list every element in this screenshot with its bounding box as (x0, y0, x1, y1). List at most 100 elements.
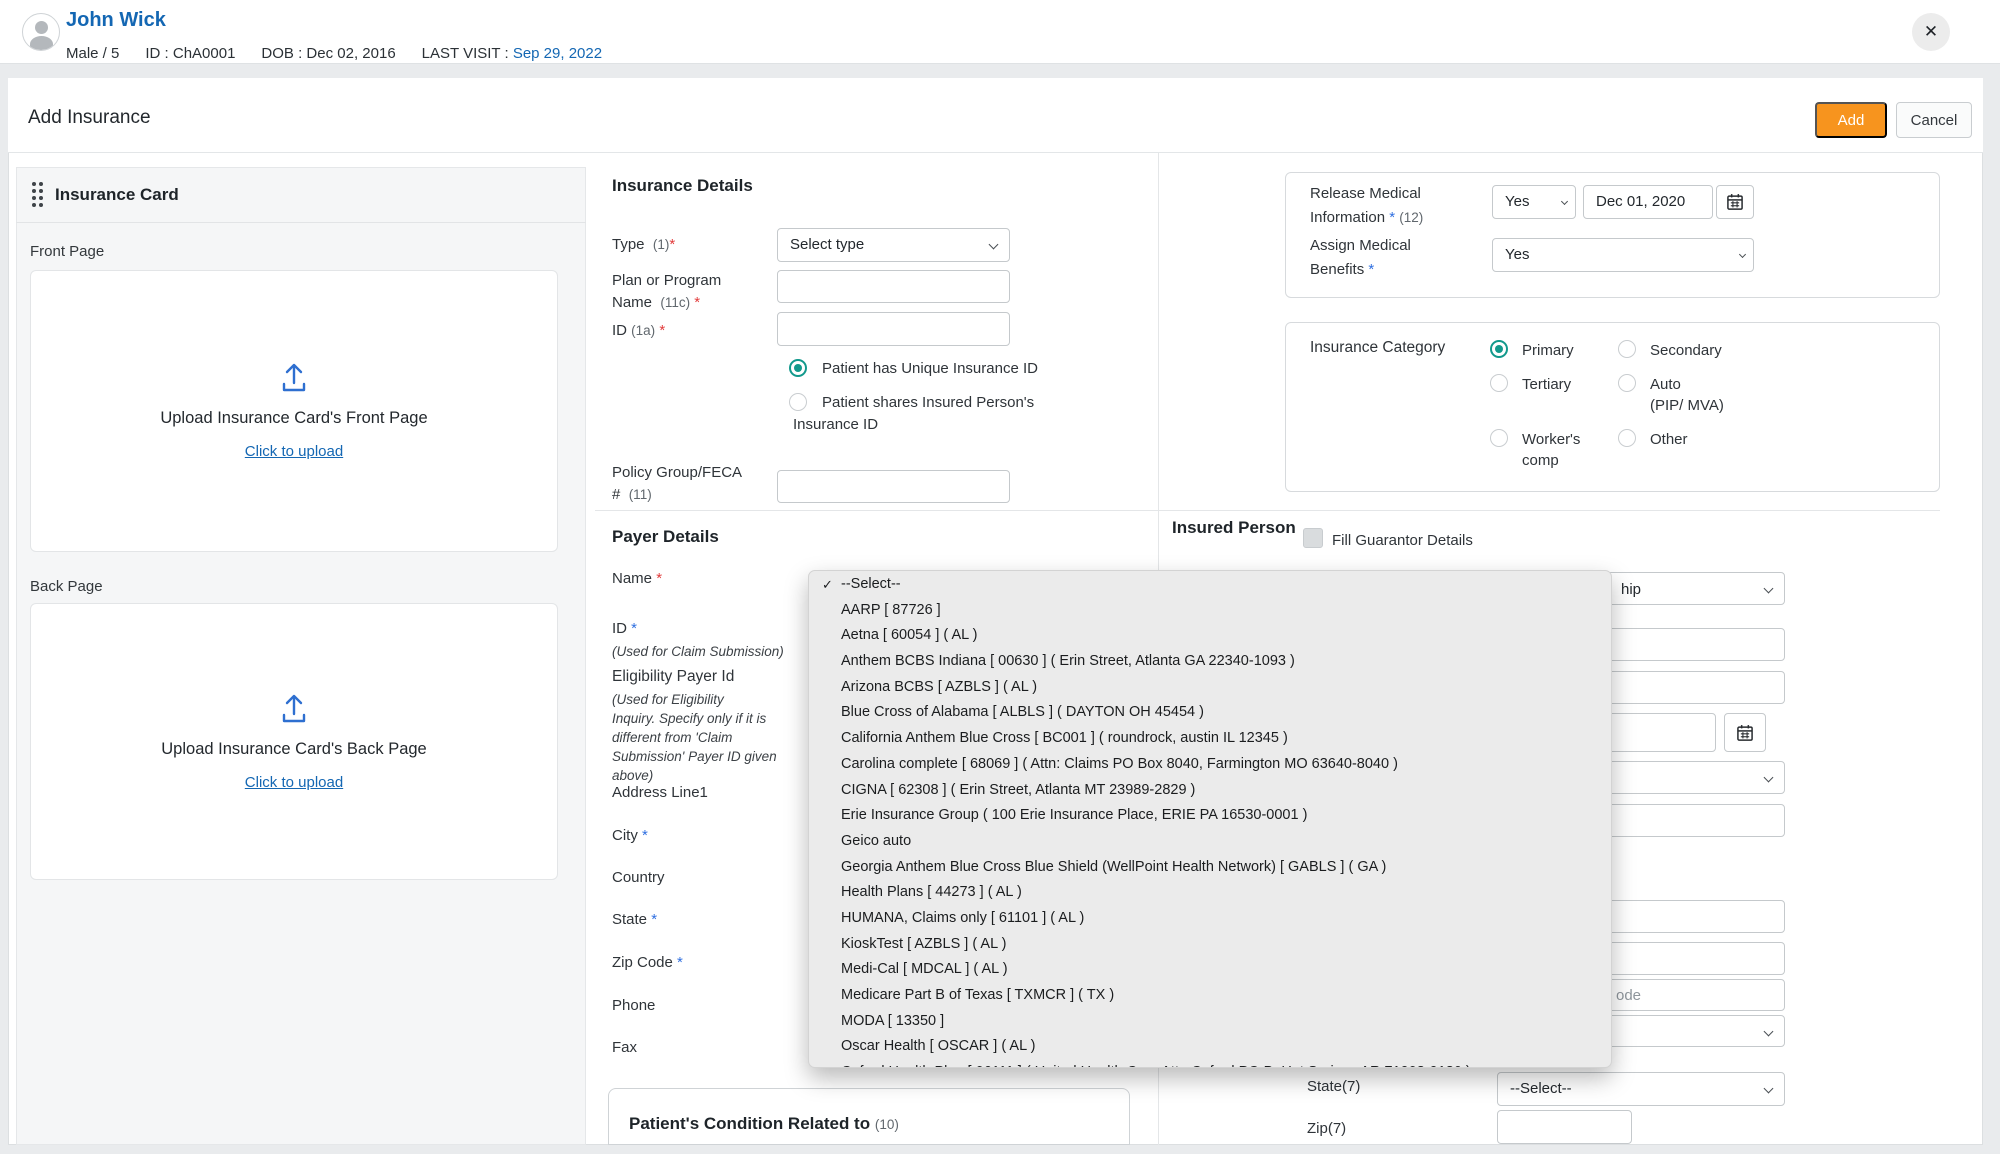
fill-guarantor-label: Fill Guarantor Details (1332, 530, 1473, 552)
add-insurance-screen: John Wick Male / 5 ID : ChA0001 DOB : De… (0, 0, 2000, 1154)
insured-state7-label: State(7) (1307, 1076, 1360, 1098)
payer-dropdown-item[interactable]: Oscar Health [ OSCAR ] ( AL ) (809, 1034, 1611, 1060)
payer-dropdown-item[interactable]: Blue Cross of Alabama [ ALBLS ] ( DAYTON… (809, 700, 1611, 726)
type-label: Type (1)* (612, 234, 675, 256)
assign-benefits-label: Assign Medical Benefits * (1310, 234, 1411, 282)
radio-icon[interactable] (1490, 429, 1508, 447)
upload-icon (276, 693, 312, 725)
close-icon: ✕ (1924, 22, 1938, 42)
insurance-category-option[interactable]: Other (1618, 429, 1935, 471)
patient-name-link[interactable]: John Wick (66, 9, 166, 32)
drag-handle-icon[interactable] (32, 182, 43, 207)
payer-dropdown-item[interactable]: HUMANA, Claims only [ 61101 ] ( AL ) (809, 906, 1611, 932)
insurance-category-option[interactable]: Auto (PIP/ MVA) (1618, 374, 1935, 416)
insurance-category-option[interactable]: Secondary (1618, 340, 1935, 361)
payer-country-label: Country (612, 867, 665, 889)
patient-last-visit: LAST VISIT : Sep 29, 2022 (422, 45, 602, 62)
chevron-down-icon (1764, 1084, 1774, 1094)
payer-dropdown-item[interactable]: Medicare Part B of Texas [ TXMCR ] ( TX … (809, 983, 1611, 1009)
payer-dropdown-item[interactable]: Anthem BCBS Indiana [ 00630 ] ( Erin Str… (809, 649, 1611, 675)
insured-zip7-label: Zip(7) (1307, 1118, 1346, 1140)
back-click-to-upload-link[interactable]: Click to upload (245, 774, 343, 791)
back-page-upload-dropzone[interactable]: Upload Insurance Card's Back Page Click … (30, 603, 558, 880)
radio-icon[interactable] (1490, 374, 1508, 392)
patient-condition-panel: Patient's Condition Related to (10) (608, 1088, 1130, 1145)
insurance-category-label: Insurance Category (1310, 337, 1445, 359)
release-date-input[interactable]: Dec 01, 2020 (1583, 185, 1713, 219)
assign-benefits-select[interactable]: Yes (1492, 238, 1754, 272)
calendar-icon (1725, 192, 1745, 212)
payer-dropdown-item[interactable]: Geico auto (809, 829, 1611, 855)
payer-dropdown-item[interactable]: California Anthem Blue Cross [ BC001 ] (… (809, 726, 1611, 752)
insurance-category-option[interactable]: Primary (1490, 340, 1618, 361)
section-divider (595, 510, 1940, 511)
back-page-label: Back Page (30, 578, 103, 595)
person-icon (35, 21, 48, 34)
upload-icon (276, 362, 312, 394)
page-title: Add Insurance (28, 107, 151, 129)
unique-insurance-id-radio[interactable] (789, 359, 807, 377)
front-page-label: Front Page (30, 243, 104, 260)
insured-zip7-input[interactable] (1497, 1110, 1632, 1144)
payer-name-label: Name * (612, 568, 662, 590)
payer-name-dropdown: ✓ --Select-- AARP [ 87726 ]Aetna [ 60054… (808, 570, 1612, 1068)
payer-dropdown-item[interactable]: Oxford Health Plan [ 06111 ] ( United He… (809, 1060, 1611, 1068)
payer-dropdown-item[interactable]: CIGNA [ 62308 ] ( Erin Street, Atlanta M… (809, 778, 1611, 804)
insurance-card-title: Insurance Card (55, 185, 179, 205)
payer-phone-label: Phone (612, 995, 655, 1017)
release-medical-select[interactable]: Yes (1492, 185, 1576, 219)
patient-condition-title: Patient's Condition Related to (10) (629, 1114, 899, 1134)
patient-dob: DOB : Dec 02, 2016 (261, 45, 395, 62)
payer-dropdown-item[interactable]: Carolina complete [ 68069 ] ( Attn: Clai… (809, 752, 1611, 778)
insured-dob-calendar-button[interactable] (1724, 713, 1766, 752)
payer-dropdown-item[interactable]: Georgia Anthem Blue Cross Blue Shield (W… (809, 855, 1611, 881)
chevron-down-icon (1764, 584, 1774, 594)
policy-group-label: Policy Group/FECA # (11) (612, 462, 742, 506)
front-click-to-upload-link[interactable]: Click to upload (245, 443, 343, 460)
chevron-down-icon (1764, 773, 1774, 783)
radio-icon[interactable] (1618, 429, 1636, 447)
insurance-details-title: Insurance Details (612, 176, 753, 196)
payer-dropdown-item[interactable]: Aetna [ 60054 ] ( AL ) (809, 623, 1611, 649)
insured-person-title: Insured Person (1172, 518, 1296, 538)
add-button[interactable]: Add (1815, 102, 1887, 138)
chevron-down-icon (1739, 251, 1746, 258)
release-date-calendar-button[interactable] (1716, 185, 1754, 219)
radio-icon[interactable] (1490, 340, 1508, 358)
payer-dropdown-selected-item[interactable]: ✓ --Select-- (809, 572, 1611, 598)
payer-dropdown-item[interactable]: KioskTest [ AZBLS ] ( AL ) (809, 932, 1611, 958)
cancel-button[interactable]: Cancel (1896, 102, 1972, 138)
payer-dropdown-item[interactable]: AARP [ 87726 ] (809, 598, 1611, 624)
add-insurance-toolbar (8, 78, 1983, 153)
payer-state-label: State * (612, 909, 657, 931)
front-page-upload-dropzone[interactable]: Upload Insurance Card's Front Page Click… (30, 270, 558, 552)
insurance-category-option[interactable]: Tertiary (1490, 374, 1618, 416)
insurance-category-option-label: Worker's comp (1522, 429, 1580, 471)
payer-dropdown-item[interactable]: Medi-Cal [ MDCAL ] ( AL ) (809, 957, 1611, 983)
insurance-category-option-label: Secondary (1650, 340, 1722, 361)
patient-info-row: Male / 5 ID : ChA0001 DOB : Dec 02, 2016… (66, 45, 602, 62)
insurance-category-option-label: Tertiary (1522, 374, 1571, 395)
payer-dropdown-item[interactable]: MODA [ 13350 ] (809, 1009, 1611, 1035)
insured-state7-select[interactable]: --Select-- (1497, 1072, 1785, 1106)
fill-guarantor-checkbox[interactable] (1303, 528, 1323, 548)
payer-address-label: Address Line1 (612, 782, 708, 804)
payer-dropdown-item[interactable]: Health Plans [ 44273 ] ( AL ) (809, 880, 1611, 906)
plan-name-input[interactable] (777, 270, 1010, 303)
eligibility-payer-id-label: Eligibility Payer Id (612, 666, 734, 688)
insurance-category-option[interactable]: Worker's comp (1490, 429, 1618, 471)
policy-group-input[interactable] (777, 470, 1010, 503)
type-select[interactable]: Select type (777, 228, 1010, 262)
payer-dropdown-item[interactable]: Arizona BCBS [ AZBLS ] ( AL ) (809, 675, 1611, 701)
payer-fax-label: Fax (612, 1037, 637, 1059)
payer-details-title: Payer Details (612, 527, 719, 547)
last-visit-date-link[interactable]: Sep 29, 2022 (513, 45, 602, 62)
radio-icon[interactable] (1618, 374, 1636, 392)
radio-icon[interactable] (1618, 340, 1636, 358)
close-button[interactable]: ✕ (1912, 13, 1950, 51)
insurance-id-input[interactable] (777, 312, 1010, 346)
patient-id: ID : ChA0001 (145, 45, 235, 62)
chevron-down-icon (989, 240, 999, 250)
payer-dropdown-item[interactable]: Erie Insurance Group ( 100 Erie Insuranc… (809, 803, 1611, 829)
payer-dropdown-items: AARP [ 87726 ]Aetna [ 60054 ] ( AL )Anth… (809, 598, 1611, 1068)
